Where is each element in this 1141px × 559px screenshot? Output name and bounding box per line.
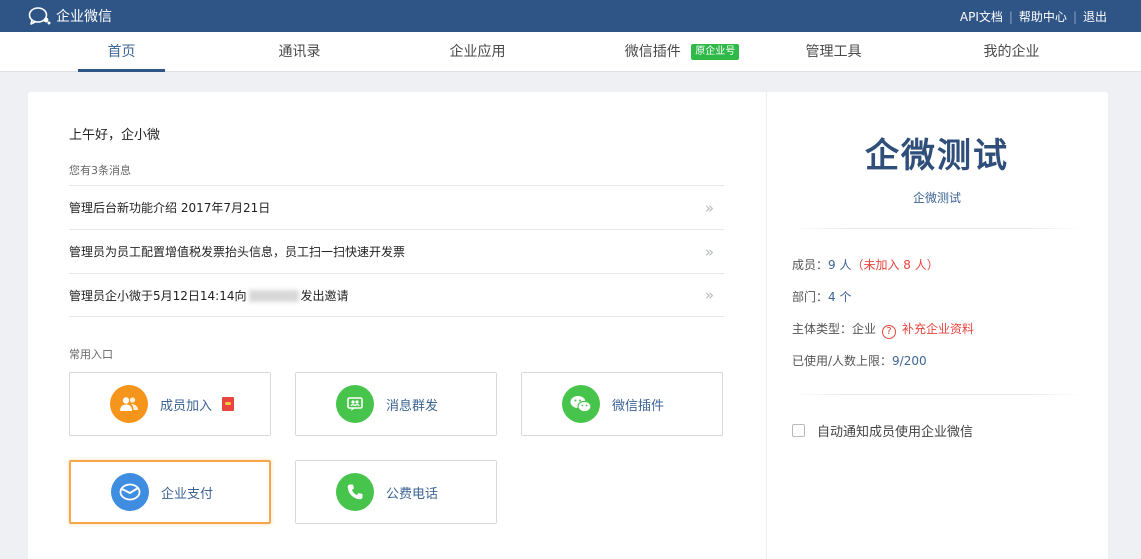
message-text-start: 管理员企小微于5月12日14:14向 [69, 288, 247, 303]
stat-entity-type: 主体类型：企业? 补充企业资料 [792, 320, 974, 339]
greeting: 上午好，企小微 [69, 128, 161, 143]
entry-enterprise-payment[interactable]: 企业支付 [69, 460, 271, 524]
members-count[interactable]: 9 人 [828, 258, 851, 272]
double-chevron-right-icon: » [704, 242, 714, 261]
legacy-badge: 原企业号 [691, 44, 740, 60]
message-text: 管理员为员工配置增值税发票抬头信息，员工扫一扫快速开发票 [69, 245, 406, 259]
double-chevron-right-icon: » [704, 198, 714, 217]
tab-label: 我的企业 [983, 44, 1040, 60]
tab-home[interactable]: 首页 [78, 32, 165, 72]
separator: | [1072, 9, 1077, 24]
active-tab-indicator [78, 69, 165, 72]
tab-management-tools[interactable]: 管理工具 [790, 32, 877, 72]
message-text: 管理后台新功能介绍 2017年7月21日 [69, 201, 271, 215]
tab-label: 首页 [107, 44, 136, 60]
wework-logo-icon [28, 7, 51, 25]
stat-members: 成员：9 人（未加入 8 人） [792, 256, 939, 273]
help-question-icon[interactable]: ? [882, 325, 897, 339]
stat-label: 主体类型： [792, 322, 853, 336]
company-name: 企微测试 [865, 136, 1009, 176]
company-subtitle: 企微测试 [912, 191, 961, 205]
broadcast-icon [336, 385, 374, 423]
entity-type-value: 企业 [852, 322, 877, 336]
stat-label: 已使用/人数上限： [792, 354, 893, 368]
tab-contacts[interactable]: 通讯录 [256, 32, 343, 72]
auto-notify-checkbox[interactable] [792, 424, 805, 437]
supplement-info-link[interactable]: 补充企业资料 [902, 322, 974, 336]
members-unjoined[interactable]: （未加入 8 人） [851, 258, 938, 272]
tab-apps[interactable]: 企业应用 [434, 32, 521, 72]
entry-public-phone[interactable]: 公费电话 [295, 460, 497, 524]
entry-label: 微信插件 [612, 398, 665, 414]
phone-icon [336, 473, 374, 511]
double-chevron-right-icon: » [704, 286, 714, 304]
payment-icon [111, 473, 149, 511]
tab-label: 管理工具 [805, 44, 862, 60]
tab-my-company[interactable]: 我的企业 [968, 32, 1055, 72]
common-entries-label: 常用入口 [69, 348, 113, 361]
logout-link[interactable]: 退出 [1083, 8, 1107, 25]
tab-wechat-plugin[interactable]: 微信插件 原企业号 [612, 32, 752, 72]
entry-message-broadcast[interactable]: 消息群发 [295, 372, 497, 436]
members-icon [110, 385, 148, 423]
message-text: 管理员企小微于5月12日14:14向 发出邀请 [69, 287, 349, 304]
app-title: 企业微信 [56, 9, 112, 25]
message-list: 管理后台新功能介绍 2017年7月21日 » 管理员为员工配置增值税发票抬头信息… [69, 185, 724, 317]
brand[interactable]: 企业微信 [28, 6, 112, 26]
entry-wechat-plugin[interactable]: 微信插件 [521, 372, 723, 436]
dashboard-card: 上午好，企小微 您有3条消息 管理后台新功能介绍 2017年7月21日 » 管理… [28, 92, 1108, 559]
entry-label: 公费电话 [386, 486, 439, 502]
message-count: 您有3条消息 [69, 164, 131, 177]
stat-departments: 部门：4 个 [792, 288, 851, 305]
separator: | [1008, 9, 1013, 24]
top-bar: 企业微信 API文档 | 帮助中心 | 退出 [0, 0, 1141, 32]
auto-notify-option[interactable]: 自动通知成员使用企业微信 [792, 421, 973, 440]
auto-notify-label: 自动通知成员使用企业微信 [817, 425, 974, 440]
red-packet-icon [222, 397, 235, 411]
entry-label: 成员加入 [160, 398, 213, 414]
entry-label: 企业支付 [161, 486, 214, 502]
main-nav: 首页 通讯录 企业应用 微信插件 原企业号 管理工具 我的企业 [0, 32, 1141, 72]
help-center-link[interactable]: 帮助中心 [1019, 8, 1067, 25]
message-item[interactable]: 管理后台新功能介绍 2017年7月21日 » [69, 185, 724, 229]
message-item[interactable]: 管理员为员工配置增值税发票抬头信息，员工扫一扫快速开发票 » [69, 229, 724, 273]
quota-value: 9/200 [892, 354, 927, 368]
stat-quota: 已使用/人数上限：9/200 [792, 352, 927, 369]
message-text-end: 发出邀请 [300, 288, 349, 303]
tab-label: 通讯录 [278, 44, 321, 60]
top-links: API文档 | 帮助中心 | 退出 [960, 8, 1107, 25]
entry-members-join[interactable]: 成员加入 [69, 372, 271, 436]
tab-label: 微信插件 [624, 44, 681, 60]
departments-count[interactable]: 4 个 [828, 290, 851, 304]
info-divider [792, 394, 1082, 395]
entry-label: 消息群发 [386, 398, 439, 414]
wechat-icon [562, 385, 600, 423]
stat-label: 成员： [792, 258, 829, 272]
redacted-name [248, 289, 299, 302]
message-item[interactable]: 管理员企小微于5月12日14:14向 发出邀请 » [69, 273, 724, 317]
stat-label: 部门： [792, 290, 829, 304]
api-docs-link[interactable]: API文档 [960, 8, 1003, 25]
info-divider [792, 228, 1082, 229]
tab-label: 企业应用 [449, 44, 506, 60]
